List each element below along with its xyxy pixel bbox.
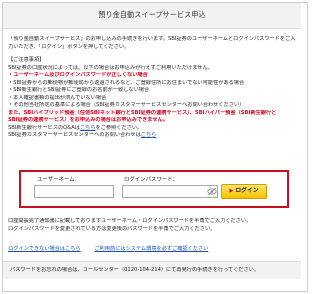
username-label: ユーザーネーム： (37, 177, 80, 183)
notice-lead: SBI証券の口座状況によっては、以下の場合はお申込みが行えずご利用いただけません… (8, 64, 213, 71)
password-input[interactable] (122, 185, 218, 198)
login-button[interactable]: ▶ ログイン (221, 184, 267, 199)
notice-item: ・その他当社所定の基準による場合（SBI証券カスタマーサービスセンターへお問い合… (8, 102, 245, 109)
password-reissue-note: パスワードをお忘れの場合は、コールセンター（0120-104-214）にて再発行… (10, 266, 260, 273)
link-separator (82, 246, 92, 252)
credentials-note: 口座開設完了通知書に記載しておりますユーザーネーム・ログインパスワードを半角でご… (8, 218, 300, 233)
footer-bar: パスワードをお忘れの場合は、コールセンター（0120-104-214）にて再発行… (3, 261, 301, 279)
intro-line: 力いただき、「ログイン」ボタンを押してください。 (8, 43, 130, 50)
system-requirements-link[interactable]: ご利用前にはシステム環境を必ずご確認ください (94, 246, 208, 252)
arrow-right-icon: ▶ (229, 187, 234, 194)
support-center-line: SBI証券カスタマーサービスセンターへのお問い合わせはこちら (8, 132, 300, 140)
notice-section: 【ご注意事項】 SBI証券の口座状況によっては、以下の場合はお申込みが行えずご利… (8, 57, 300, 140)
hybrid-notice: SBI証券の連携サービス）をお申込みの場合はお申込みできません。 (8, 117, 168, 124)
main-content: 「預り金自動スイープサービス」のお申し込みの手続きを行います。SBI証券のユーザ… (8, 36, 300, 140)
faq-link[interactable]: こちら (80, 125, 96, 131)
page-title-bar: 預り金自動スイープサービス申込 (3, 3, 301, 29)
intro-text: 「預り金自動スイープサービス」のお申し込みの手続きを行います。SBI証券のユーザ… (8, 36, 300, 51)
support-center-link[interactable]: こちら (141, 132, 157, 138)
forgot-login-link[interactable]: ログインできない場合はこちら (8, 246, 81, 252)
notice-item: ・SBI証券からの郵便物が郵便局から返還されるなど、ご登録住所にお住まいでない可… (8, 79, 245, 86)
support-center-text: SBI証券カスタマーサービスセンターへのお問い合わせは (8, 132, 141, 139)
page-title: 預り金自動スイープサービス申込 (98, 10, 206, 20)
credentials-note-line: ログインパスワードを変更されている方は変更後のパスワードを半角でご入力ください。 (8, 225, 216, 232)
notice-item: ・SBI新生銀行とSBI証券にご登録のお名前が一致しない場合 (8, 87, 150, 94)
login-form: ユーザーネーム： ログインパスワード： ▶ ログイン (19, 170, 289, 208)
credentials-note-line: 口座開設完了通知書に記載しておりますユーザーネーム・ログインパスワードを半角でご… (8, 218, 252, 224)
notice-alert: ・ユーザーネーム及びログインパスワードが正しくない場合 (8, 72, 148, 79)
faq-line: SBI新生銀行サービスのQ&Aはこちらをご参照ください。 (8, 125, 300, 133)
notice-item: ・本人確認書類の提出が済んでいない場合 (8, 94, 107, 101)
faq-text-end: をご参照ください。 (95, 124, 143, 131)
intro-line: 「預り金自動スイープサービス」のお申し込みの手続きを行います。SBI証券のユーザ… (8, 36, 296, 42)
password-label: ログインパスワード： (124, 177, 178, 183)
faq-text: SBI新生銀行サービスのQ&Aは (8, 124, 80, 131)
hybrid-notice: また、SBIハイブリッド預金（住信SBIネット銀行とSBI証券の連携サービス）、… (8, 109, 277, 116)
notice-heading: 【ご注意事項】 (8, 57, 45, 64)
eye-slash-icon[interactable] (207, 187, 217, 196)
username-input[interactable] (34, 185, 114, 198)
help-links: ログインできない場合はこちら ご利用前にはシステム環境を必ずご確認ください (8, 246, 300, 254)
login-button-label: ログイン (235, 188, 259, 195)
